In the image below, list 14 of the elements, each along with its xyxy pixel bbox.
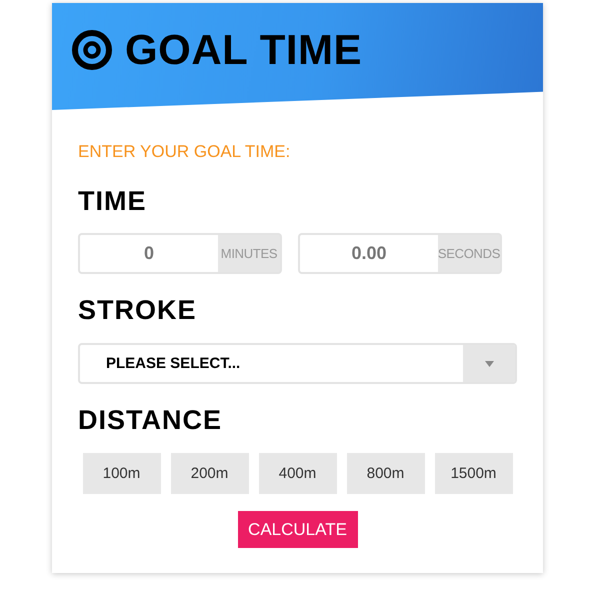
distance-button[interactable]: 200m — [170, 453, 248, 494]
distance-button[interactable]: 400m — [258, 453, 336, 494]
section-heading: TIME — [78, 185, 146, 217]
instruction-text: ENTER YOUR GOAL TIME: — [78, 142, 290, 162]
distance-button[interactable]: 100m — [82, 453, 160, 494]
section-heading: DISTANCE — [78, 404, 222, 436]
stroke-dropdown[interactable]: PLEASE SELECT... — [78, 343, 517, 384]
distance-button[interactable]: 800m — [346, 453, 424, 494]
app-title: GOAL TIME — [125, 28, 362, 72]
calculate-button[interactable]: CALCULATE — [238, 511, 358, 548]
caret-icon — [484, 360, 494, 366]
distance-button[interactable]: 1500m — [434, 453, 512, 494]
section-heading: STROKE — [78, 294, 197, 326]
target-icon — [72, 30, 112, 70]
